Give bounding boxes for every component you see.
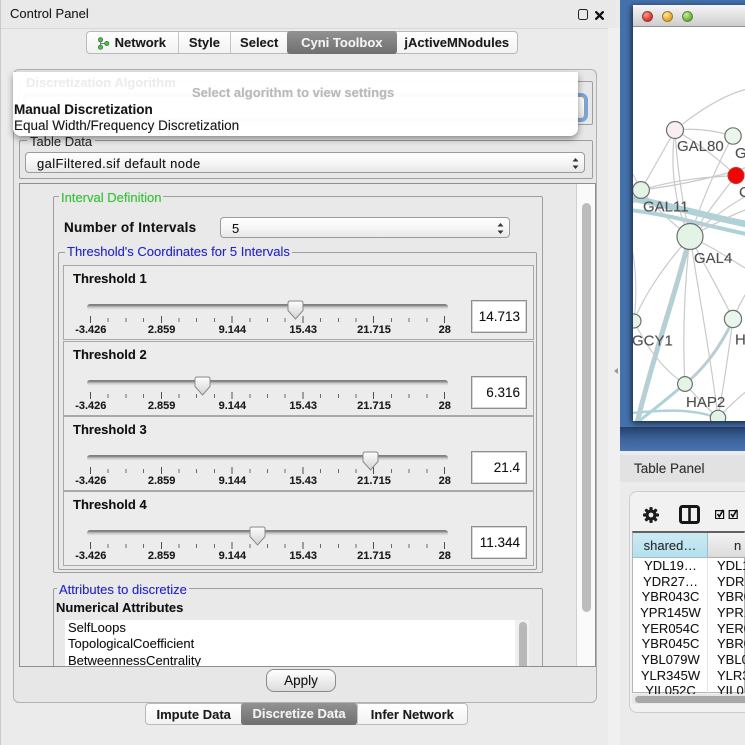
svg-text:H: H [735,332,745,349]
svg-text:GA: GA [735,145,745,162]
svg-text:GAL4: GAL4 [694,250,732,267]
svg-text:GAL80: GAL80 [677,138,724,155]
svg-text:HAP2: HAP2 [686,394,725,411]
svg-text:C: C [739,184,745,201]
svg-text:GAL11: GAL11 [643,199,689,216]
svg-text:GCY1: GCY1 [633,333,673,350]
